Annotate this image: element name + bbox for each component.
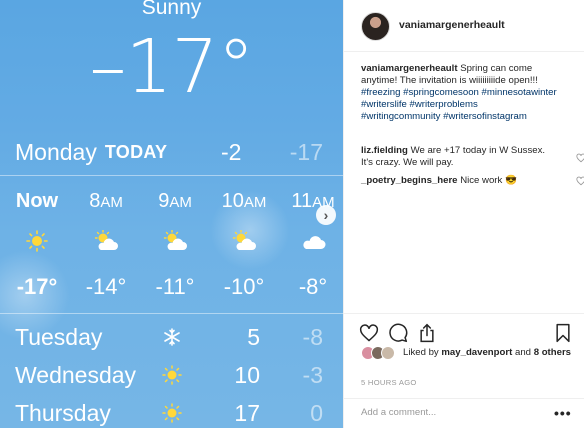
post-header: vaniamargenerheault bbox=[344, 0, 584, 52]
caption-username[interactable]: vaniamargenerheault bbox=[361, 63, 458, 74]
daily-row: Thursday 17 0 bbox=[15, 396, 325, 428]
hour-temp: -8° bbox=[298, 274, 328, 299]
daily-high: 10 bbox=[234, 362, 260, 388]
comment-text: Nice work 😎 bbox=[460, 175, 517, 186]
snowflake-icon bbox=[164, 328, 180, 346]
post-actions: Liked by may_davenport and 8 others 5 HO… bbox=[344, 313, 584, 428]
current-temperature: –17° bbox=[89, 24, 254, 110]
hour-time: 9AM bbox=[158, 190, 192, 212]
hour-10am: 10AM -10° bbox=[214, 178, 274, 312]
comment-username[interactable]: _poetry_begins_here bbox=[361, 175, 458, 186]
today-day: Monday bbox=[15, 138, 97, 165]
add-comment-bar: ••• bbox=[344, 398, 584, 428]
comment-input[interactable] bbox=[361, 407, 541, 418]
hour-temp: -17° bbox=[16, 274, 58, 299]
cloud-icon bbox=[303, 236, 326, 249]
comment-icon[interactable] bbox=[388, 323, 408, 343]
daily-day: Tuesday bbox=[15, 324, 103, 350]
divider bbox=[0, 313, 343, 314]
hour-now: Now -17° bbox=[7, 178, 67, 312]
today-summary-row: Monday TODAY -2 -17 bbox=[15, 135, 323, 169]
hour-temp: -10° bbox=[223, 274, 265, 299]
partly-cloudy-icon bbox=[94, 230, 118, 250]
daily-low: -8 bbox=[302, 324, 323, 350]
liked-by-text: Liked by may_davenport and 8 others bbox=[403, 347, 572, 358]
comment-username[interactable]: liz.fielding bbox=[361, 145, 408, 156]
daily-day: Wednesday bbox=[15, 362, 137, 388]
others-link[interactable]: 8 others bbox=[534, 347, 571, 358]
daily-day: Thursday bbox=[15, 400, 111, 426]
hour-11am: 11AM -8° bbox=[283, 178, 343, 312]
today-high: -2 bbox=[221, 138, 242, 165]
weather-screenshot-photo: Sunny –17° Monday TODAY -2 -17 Now -17° … bbox=[0, 0, 343, 428]
like-comment-heart-icon[interactable] bbox=[576, 153, 584, 163]
caption: vaniamargenerheault Spring can come anyt… bbox=[361, 63, 557, 123]
heart-icon[interactable] bbox=[359, 323, 379, 343]
share-icon[interactable] bbox=[417, 323, 437, 343]
avatar bbox=[381, 346, 395, 360]
like-comment-heart-icon[interactable] bbox=[576, 176, 584, 186]
divider bbox=[0, 175, 343, 176]
weather-condition: Sunny bbox=[141, 0, 202, 19]
hour-time: Now bbox=[15, 190, 59, 212]
post-username[interactable]: vaniamargenerheault bbox=[399, 19, 505, 31]
hour-9am: 9AM -11° bbox=[145, 178, 205, 312]
sun-icon bbox=[162, 403, 182, 423]
avatar[interactable] bbox=[361, 12, 390, 41]
daily-high: 17 bbox=[234, 400, 260, 426]
hour-time: 10AM bbox=[221, 190, 267, 212]
today-low: -17 bbox=[289, 138, 323, 165]
partly-cloudy-icon bbox=[163, 230, 187, 250]
sun-icon bbox=[26, 230, 48, 252]
liker-avatars bbox=[361, 346, 397, 360]
bookmark-icon[interactable] bbox=[553, 323, 573, 343]
hour-8am: 8AM -14° bbox=[76, 178, 136, 312]
scroll-right-button[interactable]: › bbox=[316, 205, 336, 225]
daily-row: Tuesday 5 -8 bbox=[15, 320, 325, 354]
partly-cloudy-icon bbox=[232, 230, 256, 250]
hour-temp: -14° bbox=[85, 274, 127, 299]
comment: liz.fielding We are +17 today in W Susse… bbox=[361, 145, 557, 169]
more-options-button[interactable]: ••• bbox=[554, 405, 572, 421]
post-side-panel: vaniamargenerheault vaniamargenerheault … bbox=[343, 0, 584, 428]
daily-low: 0 bbox=[310, 400, 323, 426]
sun-icon bbox=[162, 365, 182, 385]
daily-low: -3 bbox=[302, 362, 323, 388]
hourly-forecast: Now -17° 8AM -14° 9AM -11° 10AM -10° 11A… bbox=[0, 178, 343, 312]
comment: _poetry_begins_here Nice work 😎 bbox=[361, 175, 557, 187]
liker-username[interactable]: may_davenport bbox=[441, 347, 512, 358]
daily-high: 5 bbox=[247, 324, 260, 350]
daily-row: Wednesday 10 -3 bbox=[15, 358, 325, 392]
post-timestamp[interactable]: 5 HOURS AGO bbox=[361, 378, 417, 387]
hour-temp: -11° bbox=[155, 274, 195, 299]
hour-time: 8AM bbox=[89, 190, 123, 212]
today-tag: TODAY bbox=[104, 141, 168, 162]
caption-hashtags[interactable]: #freezing #springcomesoon #minnesotawint… bbox=[361, 87, 557, 122]
